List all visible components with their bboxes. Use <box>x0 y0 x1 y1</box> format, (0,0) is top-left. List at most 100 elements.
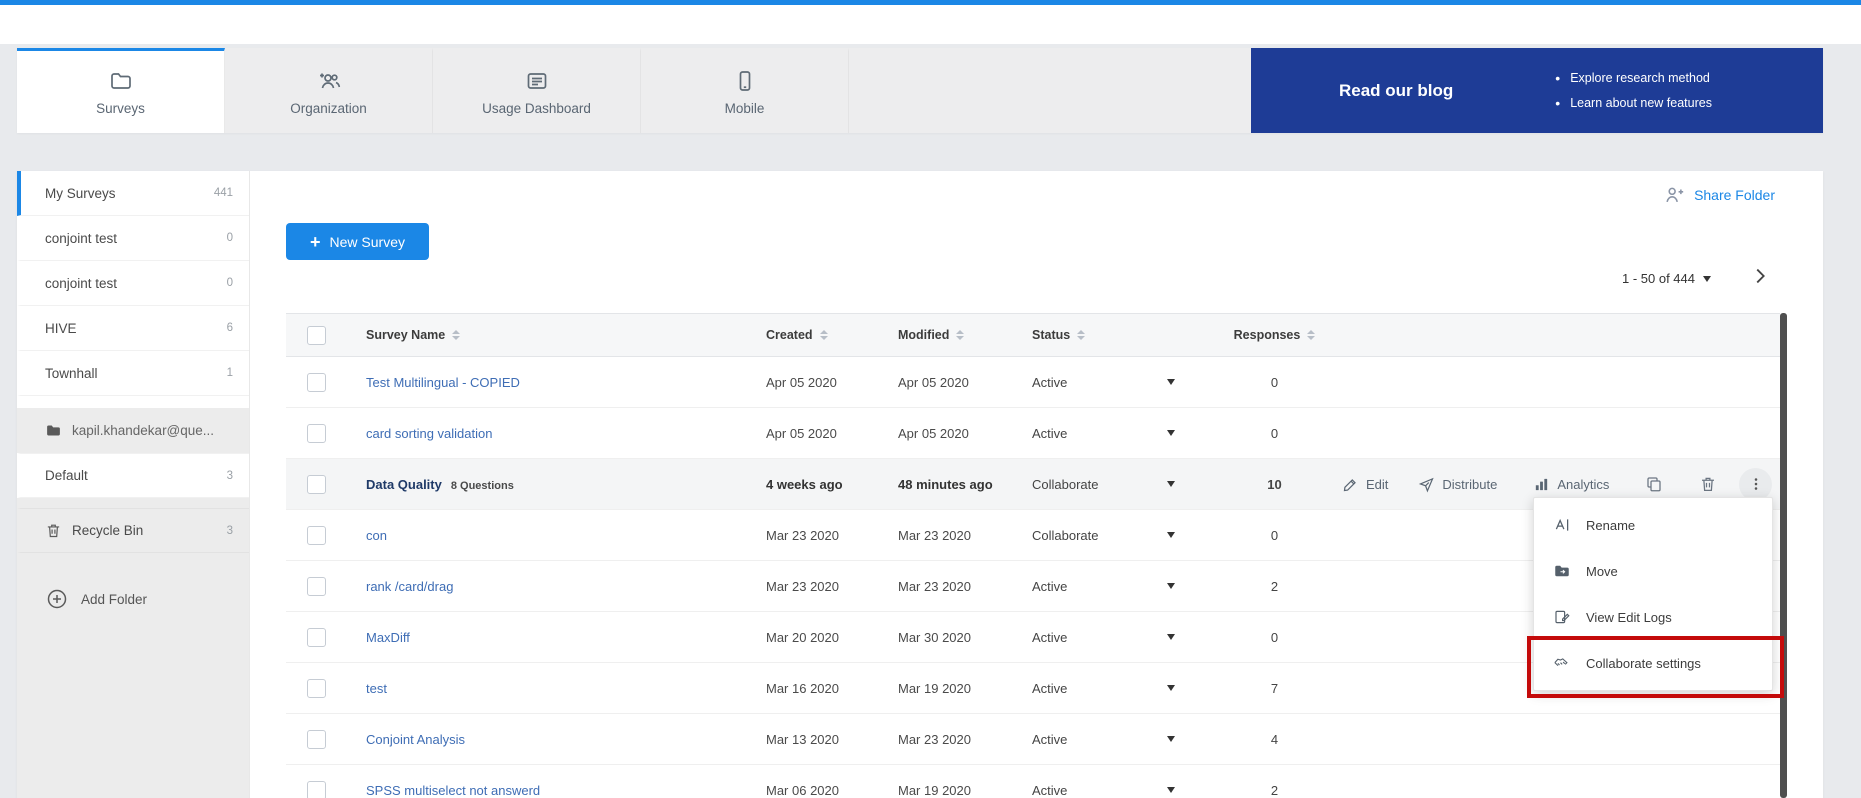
edit-button[interactable]: Edit <box>1342 476 1388 493</box>
status-label: Active <box>1032 579 1067 594</box>
menu-item-label: View Edit Logs <box>1586 610 1672 625</box>
survey-name-link[interactable]: Data Quality <box>366 477 442 492</box>
status-dropdown-caret[interactable] <box>1167 634 1175 640</box>
share-folder-button[interactable]: Share Folder <box>1663 184 1775 206</box>
folder-count: 0 <box>227 232 233 244</box>
row-checkbox[interactable] <box>307 424 326 443</box>
survey-name-link[interactable]: con <box>366 528 387 543</box>
tab-mobile[interactable]: Mobile <box>641 48 849 133</box>
add-folder-button[interactable]: Add Folder <box>17 573 249 625</box>
folder-count: 441 <box>214 187 233 199</box>
question-count-badge: 8 Questions <box>451 480 514 492</box>
sidebar-folder-item[interactable]: My Surveys 441 <box>17 171 249 216</box>
copy-button[interactable] <box>1645 475 1663 493</box>
folder-count: 3 <box>227 470 233 482</box>
row-checkbox[interactable] <box>307 475 326 494</box>
analytics-button[interactable]: Analytics <box>1533 476 1609 493</box>
folder-icon <box>45 422 62 439</box>
sidebar: My Surveys 441 conjoint test 0 conjoint … <box>17 171 250 798</box>
tab-label: Usage Dashboard <box>482 101 591 116</box>
status-dropdown-caret[interactable] <box>1167 685 1175 691</box>
sort-icon[interactable] <box>820 330 828 340</box>
folder-count: 3 <box>227 525 233 537</box>
status-dropdown-caret[interactable] <box>1167 736 1175 742</box>
modified-cell: Mar 23 2020 <box>898 579 1032 594</box>
responses-cell: 0 <box>1217 375 1332 390</box>
table-scrollbar[interactable] <box>1780 313 1787 798</box>
menu-item-label: Rename <box>1586 518 1635 533</box>
select-all-checkbox[interactable] <box>307 326 326 345</box>
survey-name-link[interactable]: SPSS multiselect not answerd <box>366 783 540 798</box>
created-cell: Mar 23 2020 <box>766 528 898 543</box>
status-dropdown-caret[interactable] <box>1167 532 1175 538</box>
blog-bullet: Explore research method <box>1555 70 1712 86</box>
survey-name-link[interactable]: card sorting validation <box>366 426 492 441</box>
status-label: Active <box>1032 375 1067 390</box>
status-label: Active <box>1032 681 1067 696</box>
next-page-button[interactable] <box>1749 265 1771 287</box>
modified-cell: Mar 19 2020 <box>898 681 1032 696</box>
status-dropdown-caret[interactable] <box>1167 379 1175 385</box>
pagination-dropdown[interactable]: 1 - 50 of 444 <box>1622 271 1711 286</box>
distribute-button[interactable]: Distribute <box>1418 476 1497 493</box>
created-cell: Mar 20 2020 <box>766 630 898 645</box>
column-header-status: Status <box>1032 328 1070 342</box>
more-options-button[interactable] <box>1739 468 1772 501</box>
folder-count: 0 <box>227 277 233 289</box>
survey-name-link[interactable]: Conjoint Analysis <box>366 732 465 747</box>
row-checkbox[interactable] <box>307 679 326 698</box>
sidebar-lower-section: kapil.khandekar@que... Default 3 Recycle… <box>17 408 249 798</box>
sidebar-folder-item[interactable]: HIVE 6 <box>17 306 249 351</box>
responses-cell: 10 <box>1217 477 1332 492</box>
survey-name-link[interactable]: rank /card/drag <box>366 579 453 594</box>
status-dropdown-caret[interactable] <box>1167 430 1175 436</box>
content-area: Share Folder + New Survey 1 - 50 of 444 … <box>250 171 1823 798</box>
survey-name-link[interactable]: test <box>366 681 387 696</box>
modified-cell: 48 minutes ago <box>898 477 1032 492</box>
status-dropdown-caret[interactable] <box>1167 583 1175 589</box>
responses-cell: 0 <box>1217 426 1332 441</box>
survey-name-link[interactable]: MaxDiff <box>366 630 410 645</box>
row-checkbox[interactable] <box>307 526 326 545</box>
tab-label: Mobile <box>725 101 765 116</box>
sidebar-item-shared-folder[interactable]: kapil.khandekar@que... <box>17 408 249 453</box>
status-dropdown-caret[interactable] <box>1167 787 1175 793</box>
tab-organization[interactable]: Organization <box>225 48 433 133</box>
responses-cell: 0 <box>1217 630 1332 645</box>
shared-folder-label: kapil.khandekar@que... <box>72 423 214 438</box>
menu-item-move[interactable]: Move <box>1534 548 1772 594</box>
table-row: Test Multilingual - COPIED Apr 05 2020 A… <box>286 357 1780 408</box>
chevron-down-icon <box>1703 276 1711 282</box>
sort-icon[interactable] <box>1307 330 1315 340</box>
delete-button[interactable] <box>1699 475 1717 493</box>
tab-usage-dashboard[interactable]: Usage Dashboard <box>433 48 641 133</box>
menu-item-view-edit-logs[interactable]: View Edit Logs <box>1534 594 1772 640</box>
row-checkbox[interactable] <box>307 628 326 647</box>
row-checkbox[interactable] <box>307 781 326 798</box>
menu-item-label: Move <box>1586 564 1618 579</box>
sidebar-item-default[interactable]: Default 3 <box>17 453 249 498</box>
table-row: SPSS multiselect not answerd Mar 06 2020… <box>286 765 1780 798</box>
status-dropdown-caret[interactable] <box>1167 481 1175 487</box>
row-checkbox[interactable] <box>307 577 326 596</box>
menu-item-rename[interactable]: Rename <box>1534 502 1772 548</box>
sidebar-item-recycle-bin[interactable]: Recycle Bin 3 <box>17 508 249 553</box>
sort-icon[interactable] <box>1077 330 1085 340</box>
sidebar-folder-item[interactable]: Townhall 1 <box>17 351 249 396</box>
new-survey-button[interactable]: + New Survey <box>286 223 429 260</box>
tab-surveys[interactable]: Surveys <box>17 48 225 133</box>
row-checkbox[interactable] <box>307 373 326 392</box>
survey-name-link[interactable]: Test Multilingual - COPIED <box>366 375 520 390</box>
sort-icon[interactable] <box>956 330 964 340</box>
row-checkbox[interactable] <box>307 730 326 749</box>
pagination-label: 1 - 50 of 444 <box>1622 271 1695 286</box>
blog-panel-title[interactable]: Read our blog <box>1339 81 1453 101</box>
dashboard-icon <box>525 69 549 93</box>
sort-icon[interactable] <box>452 330 460 340</box>
tab-label: Surveys <box>96 101 145 116</box>
sidebar-item-label: conjoint test <box>45 231 117 246</box>
menu-item-collaborate-settings[interactable]: Collaborate settings <box>1534 640 1772 686</box>
blog-promo-panel[interactable]: Read our blog Explore research method Le… <box>1251 48 1823 133</box>
sidebar-folder-item[interactable]: conjoint test 0 <box>17 261 249 306</box>
sidebar-folder-item[interactable]: conjoint test 0 <box>17 216 249 261</box>
